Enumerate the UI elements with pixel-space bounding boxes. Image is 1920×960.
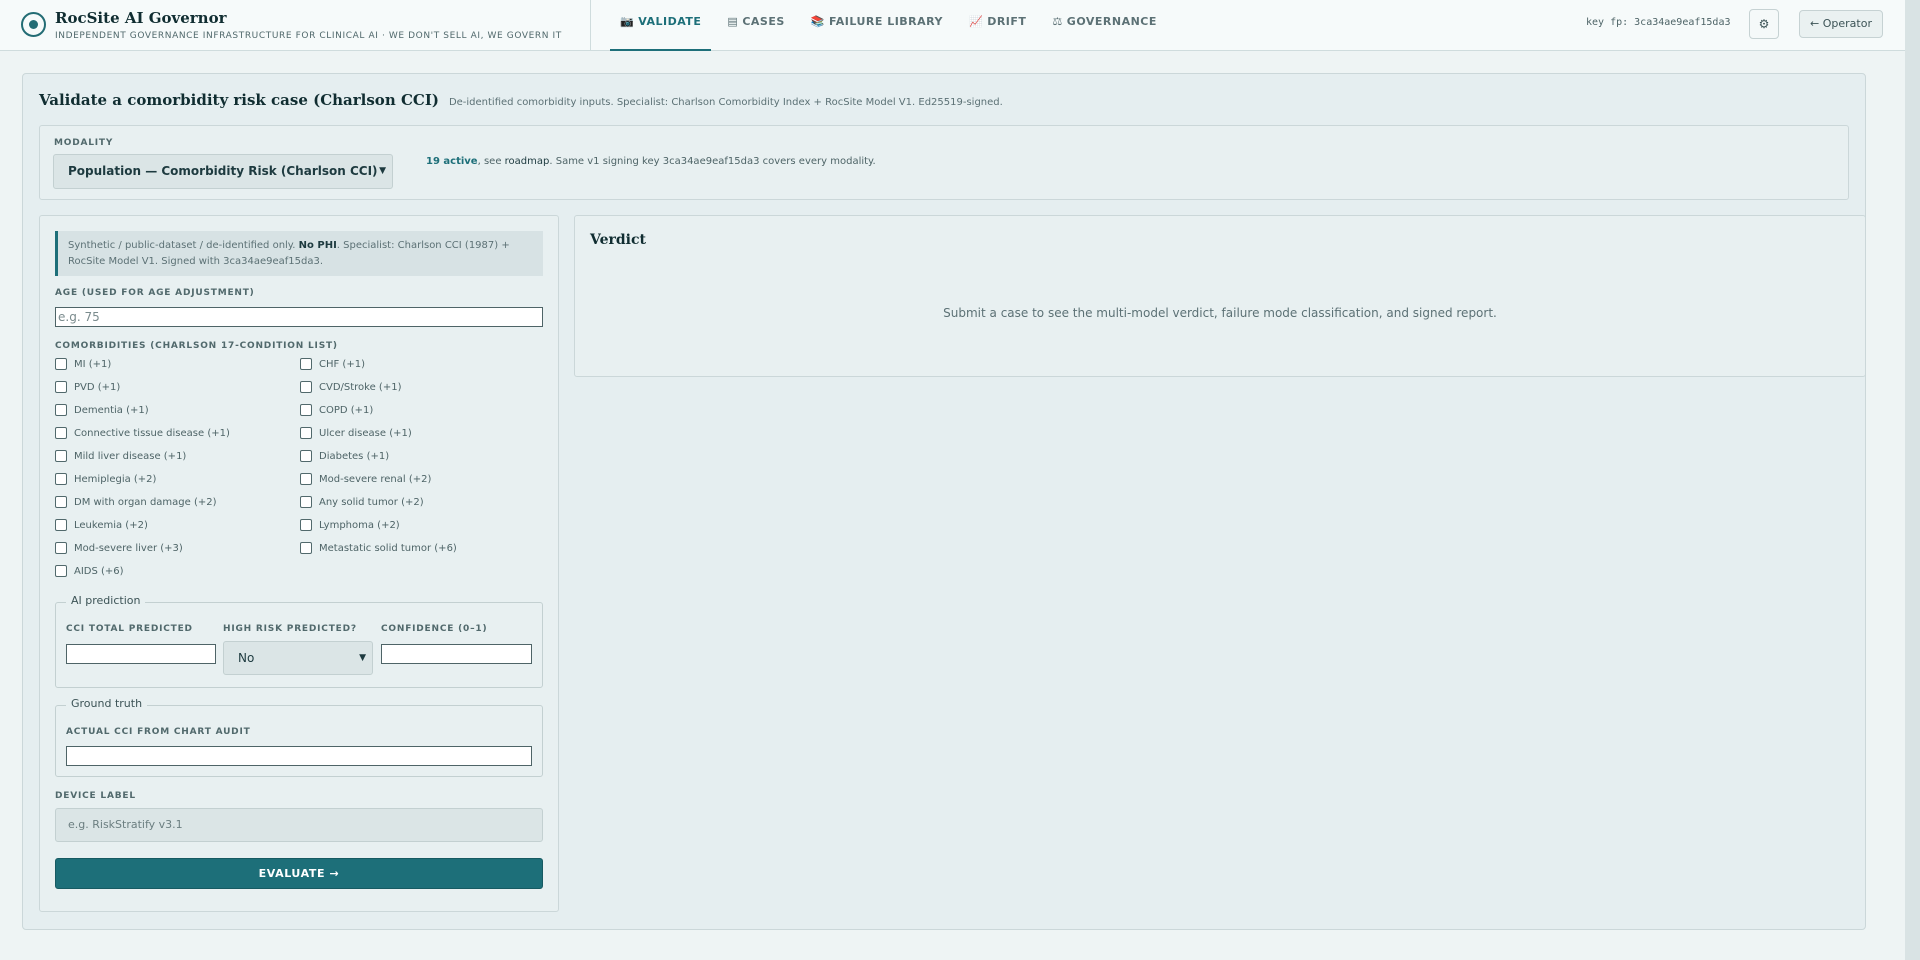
- settings-button[interactable]: ⚙: [1749, 9, 1779, 39]
- tab-governance[interactable]: ⚖ GOVERNANCE: [1042, 0, 1166, 51]
- confidence-input[interactable]: [381, 644, 532, 664]
- ai-prediction-legend: AI prediction: [66, 594, 146, 607]
- key-fingerprint: key fp: 3ca34ae9eaf15da3: [1586, 17, 1731, 28]
- ground-truth-legend: Ground truth: [66, 697, 148, 710]
- app-title: RocSite AI Governor: [55, 9, 227, 27]
- ground-truth-group: Ground truth ACTUAL CCI FROM CHART AUDIT: [55, 697, 543, 777]
- age-label: AGE (USED FOR AGE ADJUSTMENT): [55, 288, 255, 298]
- high-risk-label: HIGH RISK PREDICTED?: [223, 624, 357, 634]
- chart-icon: 📈: [969, 15, 984, 28]
- verdict-panel: Verdict Submit a case to see the multi-m…: [574, 215, 1866, 377]
- roadmap-link[interactable]: roadmap: [505, 156, 550, 167]
- page-subtitle: De-identified comorbidity inputs. Specia…: [448, 97, 1003, 108]
- tab-cases[interactable]: ▤ CASES: [717, 0, 794, 51]
- checkbox-chf[interactable]: CHF (+1): [300, 358, 365, 370]
- camera-icon: 📷: [620, 15, 635, 28]
- logo-icon: [21, 12, 46, 37]
- card-heading: Validate a comorbidity risk case (Charls…: [39, 91, 1003, 109]
- verdict-empty-state: Submit a case to see the multi-model ver…: [943, 306, 1497, 320]
- checkbox-mod-severe-renal[interactable]: Mod-severe renal (+2): [300, 473, 431, 485]
- books-icon: 📚: [810, 15, 825, 28]
- tab-failure-library[interactable]: 📚 FAILURE LIBRARY: [801, 0, 953, 51]
- app-header: RocSite AI Governor INDEPENDENT GOVERNAN…: [0, 0, 1905, 51]
- scrollbar[interactable]: [1905, 0, 1920, 960]
- checkbox-lymphoma[interactable]: Lymphoma (+2): [300, 519, 400, 531]
- age-input[interactable]: e.g. 75: [55, 307, 543, 327]
- device-label: DEVICE LABEL: [55, 791, 136, 801]
- list-icon: ▤: [727, 15, 739, 28]
- checkbox-mi[interactable]: MI (+1): [55, 358, 111, 370]
- chevron-down-icon: ▼: [359, 653, 366, 663]
- validate-card: Validate a comorbidity risk case (Charls…: [22, 73, 1866, 930]
- checkbox-pvd[interactable]: PVD (+1): [55, 381, 120, 393]
- active-count: 19 active: [426, 156, 478, 167]
- actual-cci-label: ACTUAL CCI FROM CHART AUDIT: [66, 727, 251, 737]
- confidence-label: CONFIDENCE (0–1): [381, 624, 488, 634]
- actual-cci-input[interactable]: [66, 746, 532, 766]
- brand: RocSite AI Governor INDEPENDENT GOVERNAN…: [21, 9, 562, 41]
- checkbox-dm-organ-damage[interactable]: DM with organ damage (+2): [55, 496, 217, 508]
- ai-prediction-group: AI prediction CCI TOTAL PREDICTED HIGH R…: [55, 594, 543, 688]
- cci-predicted-label: CCI TOTAL PREDICTED: [66, 624, 193, 634]
- operator-button[interactable]: ← Operator: [1799, 10, 1883, 38]
- checkbox-mild-liver[interactable]: Mild liver disease (+1): [55, 450, 186, 462]
- high-risk-select[interactable]: No ▼: [223, 641, 373, 675]
- checkbox-solid-tumor[interactable]: Any solid tumor (+2): [300, 496, 424, 508]
- evaluate-button[interactable]: EVALUATE →: [55, 858, 543, 889]
- checkbox-hemiplegia[interactable]: Hemiplegia (+2): [55, 473, 156, 485]
- checkbox-metastatic-tumor[interactable]: Metastatic solid tumor (+6): [300, 542, 457, 554]
- checkbox-dementia[interactable]: Dementia (+1): [55, 404, 149, 416]
- chevron-down-icon: ▼: [379, 166, 386, 176]
- checkbox-diabetes[interactable]: Diabetes (+1): [300, 450, 389, 462]
- page-title: Validate a comorbidity risk case (Charls…: [39, 91, 439, 109]
- checkbox-cvd-stroke[interactable]: CVD/Stroke (+1): [300, 381, 401, 393]
- checkbox-leukemia[interactable]: Leukemia (+2): [55, 519, 148, 531]
- checkbox-copd[interactable]: COPD (+1): [300, 404, 373, 416]
- scales-icon: ⚖: [1052, 15, 1063, 28]
- tab-drift[interactable]: 📈 DRIFT: [959, 0, 1036, 51]
- tab-validate[interactable]: 📷 VALIDATE: [610, 0, 712, 51]
- case-form: Synthetic / public-dataset / de-identifi…: [39, 215, 559, 912]
- comorbidities-label: COMORBIDITIES (CHARLSON 17-CONDITION LIS…: [55, 341, 338, 351]
- modality-note: 19 active, see roadmap. Same v1 signing …: [426, 156, 876, 167]
- modality-section: MODALITY Population — Comorbidity Risk (…: [39, 125, 1849, 200]
- checkbox-connective-tissue[interactable]: Connective tissue disease (+1): [55, 427, 230, 439]
- app-tagline: INDEPENDENT GOVERNANCE INFRASTRUCTURE FO…: [55, 31, 562, 41]
- modality-select[interactable]: Population — Comorbidity Risk (Charlson …: [53, 154, 393, 189]
- gear-icon: ⚙: [1758, 17, 1770, 31]
- verdict-title: Verdict: [590, 232, 646, 248]
- modality-label: MODALITY: [54, 138, 114, 148]
- device-input[interactable]: e.g. RiskStratify v3.1: [55, 808, 543, 842]
- checkbox-ulcer[interactable]: Ulcer disease (+1): [300, 427, 412, 439]
- header-divider: [590, 0, 591, 51]
- phi-notice: Synthetic / public-dataset / de-identifi…: [55, 231, 543, 276]
- main-tabs: 📷 VALIDATE ▤ CASES 📚 FAILURE LIBRARY 📈 DRIFT…: [610, 0, 1173, 51]
- checkbox-mod-severe-liver[interactable]: Mod-severe liver (+3): [55, 542, 183, 554]
- cci-predicted-input[interactable]: [66, 644, 216, 664]
- checkbox-aids[interactable]: AIDS (+6): [55, 565, 124, 577]
